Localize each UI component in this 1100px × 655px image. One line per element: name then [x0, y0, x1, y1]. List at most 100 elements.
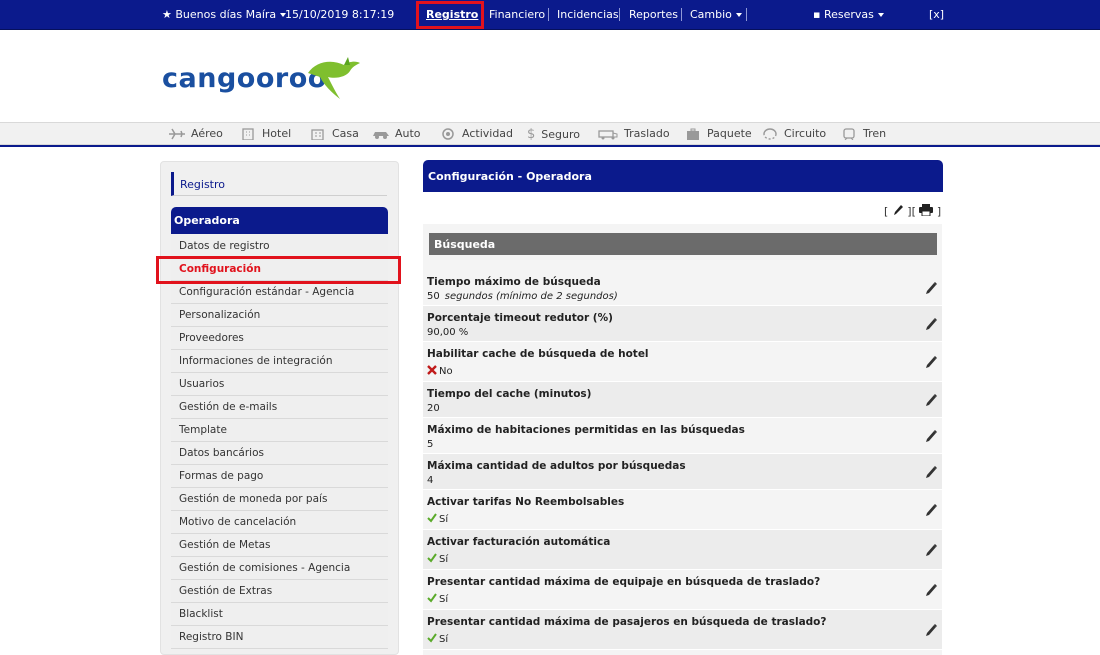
suitcase-icon — [687, 128, 699, 140]
sidebar-item-blacklist[interactable]: Blacklist — [171, 603, 388, 626]
car-icon — [373, 132, 389, 139]
brand-logo[interactable]: cangooroo — [162, 55, 362, 105]
product-tren[interactable]: Tren — [840, 127, 886, 143]
activity-icon — [442, 128, 454, 140]
sidebar-item-gestion-metas[interactable]: Gestión de Metas — [171, 534, 388, 557]
reservas-menu[interactable]: ▪ Reservas — [813, 8, 884, 21]
sidebar-item-datos-de-registro[interactable]: Datos de registro — [171, 235, 388, 258]
sidebar-item-registro-bin[interactable]: Registro BIN — [171, 626, 388, 649]
product-actividad[interactable]: Actividad — [439, 127, 513, 143]
config-row: Porcentaje timeout redutor (%) 90,00 % — [423, 306, 942, 342]
menu-cambio[interactable]: Cambio — [690, 8, 742, 21]
field-value-text: Sí — [439, 594, 449, 605]
menu-financiero[interactable]: Financiero — [489, 8, 545, 21]
divider — [548, 8, 549, 21]
product-casa[interactable]: Casa — [309, 127, 359, 143]
field-value: Sí — [427, 513, 448, 525]
product-aereo[interactable]: Aéreo — [168, 127, 223, 143]
field-value: Sí — [427, 553, 448, 565]
edit-icon[interactable] — [925, 429, 937, 443]
field-label: Habilitar cache de búsqueda de hotel — [427, 348, 649, 360]
van-icon — [598, 130, 618, 140]
config-row: Tiempo máximo de búsqueda 50 segundos (mín… — [423, 270, 942, 306]
sidebar-item-configuracion-estandar[interactable]: Configuración estándar - Agencia — [171, 281, 388, 304]
edit-icon[interactable] — [925, 543, 937, 557]
menu-reportes[interactable]: Reportes — [629, 8, 678, 21]
sidebar-registro-link[interactable]: Registro — [171, 172, 387, 196]
star-icon: ★ — [162, 8, 172, 21]
close-button[interactable]: [x] — [929, 8, 944, 21]
top-bar: ★ Buenos días Maíra 15/10/2019 8:17:19 R… — [0, 0, 1100, 30]
config-row: Tiempo del cache (minutos) 20 — [423, 382, 942, 418]
check-icon — [427, 633, 437, 643]
edit-icon[interactable] — [925, 583, 937, 597]
edit-icon[interactable] — [925, 317, 937, 331]
user-greeting-menu[interactable]: ★ Buenos días Maíra — [162, 8, 287, 21]
edit-icon[interactable] — [925, 503, 937, 517]
sidebar-item-formas-de-pago[interactable]: Formas de pago — [171, 465, 388, 488]
field-value: 4 — [427, 475, 433, 486]
chevron-down-icon — [877, 13, 884, 17]
field-value: 20 — [427, 403, 440, 414]
sidebar-item-gestion-extras[interactable]: Gestión de Extras — [171, 580, 388, 603]
field-label: Presentar cantidad máxima de pasajeros e… — [427, 616, 827, 628]
product-paquete[interactable]: Paquete — [684, 127, 752, 143]
divider — [681, 8, 682, 21]
edit-icon[interactable] — [892, 204, 904, 216]
page-title: Configuración - Operadora — [423, 160, 943, 192]
edit-icon[interactable] — [925, 465, 937, 479]
config-row: Máximo de habitaciones permitidas en las… — [423, 418, 942, 454]
page-tools: [ ][ ] — [884, 204, 942, 218]
document-icon: ▪ — [813, 8, 821, 21]
sidebar-item-gestion-emails[interactable]: Gestión de e-mails — [171, 396, 388, 419]
print-icon[interactable] — [919, 204, 934, 217]
sidebar-item-personalizacion[interactable]: Personalización — [171, 304, 388, 327]
field-label: Tiempo máximo de búsqueda — [427, 276, 601, 288]
field-label: Máxima cantidad de adultos por búsquedas — [427, 460, 686, 472]
product-circuito[interactable]: Circuito — [761, 127, 826, 143]
sidebar-item-datos-bancarios[interactable]: Datos bancários — [171, 442, 388, 465]
edit-icon[interactable] — [925, 393, 937, 407]
sidebar-item-informaciones-integracion[interactable]: Informaciones de integración — [171, 350, 388, 373]
field-value: Sí — [427, 633, 448, 645]
field-label: Activar facturación automática — [427, 536, 611, 548]
config-row: Activar facturación automática Sí — [423, 530, 942, 570]
sidebar-list: Datos de registro Configuración Configur… — [171, 235, 388, 649]
field-value: 90,00 % — [427, 327, 468, 338]
sidebar-item-proveedores[interactable]: Proveedores — [171, 327, 388, 350]
divider — [746, 8, 747, 21]
train-icon — [843, 128, 855, 140]
sidebar: Registro Operadora Datos de registro Con… — [160, 161, 399, 655]
sidebar-item-gestion-moneda[interactable]: Gestión de moneda por país — [171, 488, 388, 511]
kangaroo-icon — [308, 57, 360, 99]
header-divider — [0, 145, 1100, 147]
field-value-text: 5 — [427, 439, 434, 450]
product-nav: Aéreo Hotel Casa Auto Actividad $ Seguro … — [0, 122, 1100, 145]
sidebar-item-motivo-cancelacion[interactable]: Motivo de cancelación — [171, 511, 388, 534]
check-icon — [427, 553, 437, 563]
field-value-text: No — [439, 366, 453, 377]
config-row: Presentar cantidad máxima de equipaje en… — [423, 570, 942, 610]
field-value-text: 90,00 % — [427, 327, 469, 338]
sidebar-item-template[interactable]: Template — [171, 419, 388, 442]
edit-icon[interactable] — [925, 355, 937, 369]
product-traslado[interactable]: Traslado — [597, 127, 670, 143]
sidebar-item-gestion-comisiones[interactable]: Gestión de comisiones - Agencia — [171, 557, 388, 580]
dollar-icon: $ — [527, 127, 536, 142]
product-seguro[interactable]: $ Seguro — [523, 127, 580, 143]
menu-incidencias[interactable]: Incidencias — [557, 8, 619, 21]
field-value-text: 20 — [427, 403, 440, 414]
product-auto[interactable]: Auto — [372, 127, 421, 143]
field-note: segundos (mínimo de 2 segundos) — [444, 291, 618, 302]
product-hotel[interactable]: Hotel — [239, 127, 291, 143]
sidebar-item-usuarios[interactable]: Usuarios — [171, 373, 388, 396]
field-label: Porcentaje timeout redutor (%) — [427, 312, 613, 324]
config-row: Habilitar cache de búsqueda de hotel No — [423, 342, 942, 382]
highlight-box-configuracion — [156, 256, 401, 284]
check-icon — [427, 513, 437, 523]
hotel-icon — [242, 128, 254, 140]
sidebar-heading: Operadora — [171, 207, 388, 234]
edit-icon[interactable] — [925, 281, 937, 295]
config-row: Activar tarifas No Reembolsables Sí — [423, 490, 942, 530]
edit-icon[interactable] — [925, 623, 937, 637]
